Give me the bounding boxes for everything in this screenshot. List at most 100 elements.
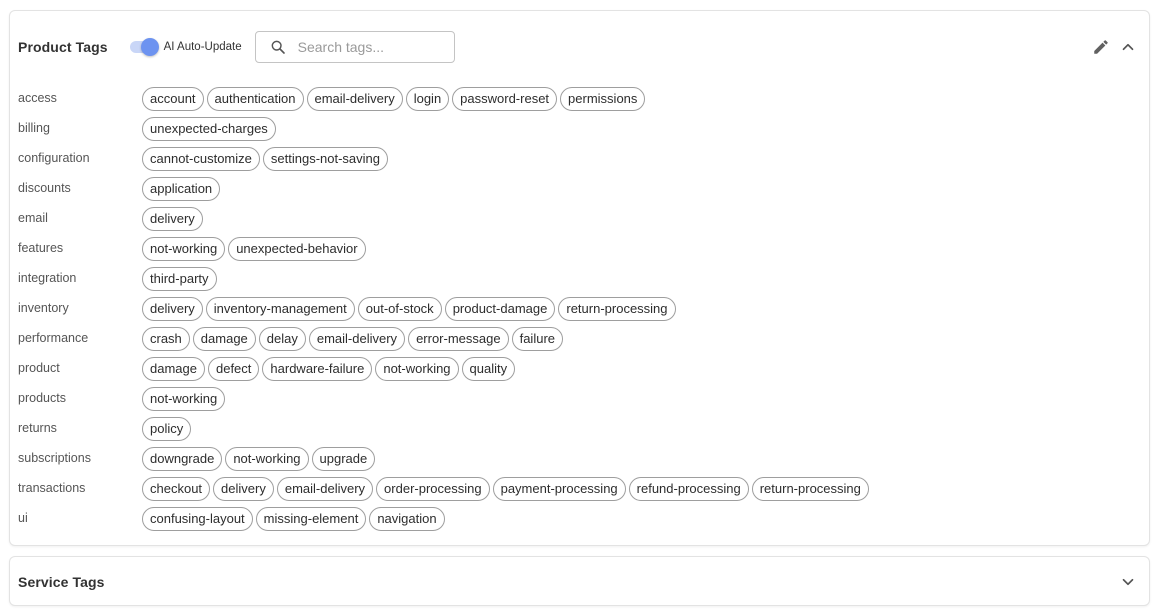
- tag-chip-list: application: [142, 177, 223, 201]
- tag-chip[interactable]: defect: [207, 357, 260, 381]
- category-label: performance: [18, 331, 89, 345]
- category-label: email: [18, 211, 48, 225]
- tag-chip[interactable]: upgrade: [311, 447, 376, 471]
- category-label: subscriptions: [18, 451, 91, 465]
- tag-row-inventory: inventory delivery inventory-management out…: [18, 297, 872, 327]
- tag-chip-list: confusing-layout missing-element navigatio…: [142, 507, 448, 531]
- category-label: products: [18, 391, 66, 405]
- tag-chip[interactable]: not-working: [142, 387, 226, 411]
- tag-chip[interactable]: email-delivery: [308, 327, 406, 351]
- tag-chip[interactable]: delivery: [142, 297, 203, 321]
- tag-row-ui: ui confusing-layout missing-element navigat…: [18, 507, 872, 537]
- product-tags-title: Product Tags: [18, 39, 108, 55]
- tag-row-products: products not-working: [18, 387, 872, 417]
- tag-chip[interactable]: account: [142, 87, 204, 111]
- category-label: integration: [18, 271, 77, 285]
- pencil-icon: [1094, 40, 1108, 54]
- service-header-actions: [1115, 569, 1141, 595]
- tag-row-subscriptions: subscriptions downgrade not-working upgrade: [18, 447, 872, 477]
- tag-chip[interactable]: policy: [142, 417, 192, 441]
- category-label: billing: [18, 121, 50, 135]
- tag-chip[interactable]: delay: [258, 327, 306, 351]
- tag-chip[interactable]: login: [405, 87, 450, 111]
- tag-chip-list: account authentication email-delivery login…: [142, 87, 648, 111]
- tag-chip[interactable]: permissions: [560, 87, 646, 111]
- tag-row-billing: billing unexpected-charges: [18, 117, 872, 147]
- collapse-button[interactable]: [1115, 34, 1141, 60]
- expand-button[interactable]: [1115, 569, 1141, 595]
- toggle-thumb[interactable]: [140, 38, 159, 56]
- tag-row-integration: integration third-party: [18, 267, 872, 297]
- tag-chip[interactable]: failure: [511, 327, 564, 351]
- service-tags-panel: Service Tags: [9, 556, 1150, 606]
- tag-chip[interactable]: checkout: [142, 477, 211, 501]
- tag-row-email: email delivery: [18, 207, 872, 237]
- tag-chip[interactable]: not-working: [225, 447, 309, 471]
- tag-row-access: access account authentication email-deliver…: [18, 87, 872, 117]
- tag-chip[interactable]: delivery: [213, 477, 274, 501]
- tag-chip[interactable]: return-processing: [751, 477, 869, 501]
- ai-auto-update-toggle[interactable]: AI Auto-Update: [129, 38, 242, 56]
- category-label: ui: [18, 511, 28, 525]
- tag-row-returns: returns policy: [18, 417, 872, 447]
- tag-chip[interactable]: return-processing: [558, 297, 676, 321]
- tag-chip[interactable]: application: [142, 177, 221, 201]
- tag-chip[interactable]: navigation: [369, 507, 445, 531]
- tag-chip[interactable]: damage: [192, 327, 256, 351]
- tag-chip[interactable]: missing-element: [255, 507, 367, 531]
- tag-chip[interactable]: error-message: [408, 327, 509, 351]
- tag-row-configuration: configuration cannot-customize settings-no…: [18, 147, 872, 177]
- tag-chip[interactable]: downgrade: [142, 447, 223, 471]
- tag-chip[interactable]: product-damage: [444, 297, 556, 321]
- tag-chip-list: not-working unexpected-behavior: [142, 237, 369, 261]
- tag-chip[interactable]: crash: [142, 327, 190, 351]
- tag-chip-list: not-working: [142, 387, 228, 411]
- tag-row-product: product damage defect hardware-failure not-w…: [18, 357, 872, 387]
- tag-chip[interactable]: email-delivery: [306, 87, 403, 111]
- tag-row-performance: performance crash damage delay email-deliver…: [18, 327, 872, 357]
- tag-chip[interactable]: not-working: [142, 237, 226, 261]
- product-tags-header: Product Tags AI Auto-Update: [18, 31, 1141, 63]
- header-actions: [1088, 34, 1141, 60]
- tag-chip[interactable]: damage: [142, 357, 205, 381]
- service-tags-header[interactable]: Service Tags: [18, 566, 1141, 598]
- tag-chip[interactable]: hardware-failure: [262, 357, 373, 381]
- tag-chip[interactable]: quality: [461, 357, 516, 381]
- service-tags-title: Service Tags: [18, 574, 105, 590]
- tag-chip-list: cannot-customize settings-not-saving: [142, 147, 391, 171]
- tag-chip-list: unexpected-charges: [142, 117, 279, 141]
- tag-chip-list: downgrade not-working upgrade: [142, 447, 378, 471]
- tag-chip[interactable]: inventory-management: [205, 297, 355, 321]
- tag-chip[interactable]: unexpected-behavior: [228, 237, 366, 261]
- tag-chip[interactable]: delivery: [142, 207, 203, 231]
- tag-chip[interactable]: order-processing: [376, 477, 490, 501]
- tag-chip-list: checkout delivery email-delivery order-proc…: [142, 477, 872, 501]
- toggle-track[interactable]: [129, 38, 159, 56]
- chevron-up-icon: [1122, 43, 1134, 51]
- tag-chip[interactable]: payment-processing: [492, 477, 626, 501]
- tag-chip[interactable]: cannot-customize: [142, 147, 260, 171]
- category-label: features: [18, 241, 64, 255]
- tag-chip-list: third-party: [142, 267, 220, 291]
- ai-auto-update-label: AI Auto-Update: [163, 41, 242, 53]
- tag-chip[interactable]: password-reset: [452, 87, 558, 111]
- tag-chip[interactable]: authentication: [206, 87, 304, 111]
- tag-chip-list: delivery inventory-management out-of-stock…: [142, 297, 679, 321]
- tag-search-box[interactable]: [254, 31, 455, 63]
- tag-chip[interactable]: confusing-layout: [142, 507, 253, 531]
- category-label: inventory: [18, 301, 69, 315]
- tag-chip-list: delivery: [142, 207, 206, 231]
- tag-chip[interactable]: settings-not-saving: [262, 147, 389, 171]
- search-icon: [271, 40, 285, 54]
- edit-button[interactable]: [1088, 34, 1114, 60]
- tag-chip[interactable]: email-delivery: [276, 477, 374, 501]
- tag-chip[interactable]: out-of-stock: [357, 297, 442, 321]
- tag-row-transactions: transactions checkout delivery email-delive…: [18, 477, 872, 507]
- tag-chip[interactable]: third-party: [142, 267, 217, 291]
- search-input[interactable]: [295, 38, 450, 56]
- tag-chip[interactable]: refund-processing: [628, 477, 749, 501]
- category-label: access: [18, 91, 57, 105]
- tag-row-features: features not-working unexpected-behavior: [18, 237, 872, 267]
- tag-chip[interactable]: not-working: [375, 357, 459, 381]
- tag-chip[interactable]: unexpected-charges: [142, 117, 276, 141]
